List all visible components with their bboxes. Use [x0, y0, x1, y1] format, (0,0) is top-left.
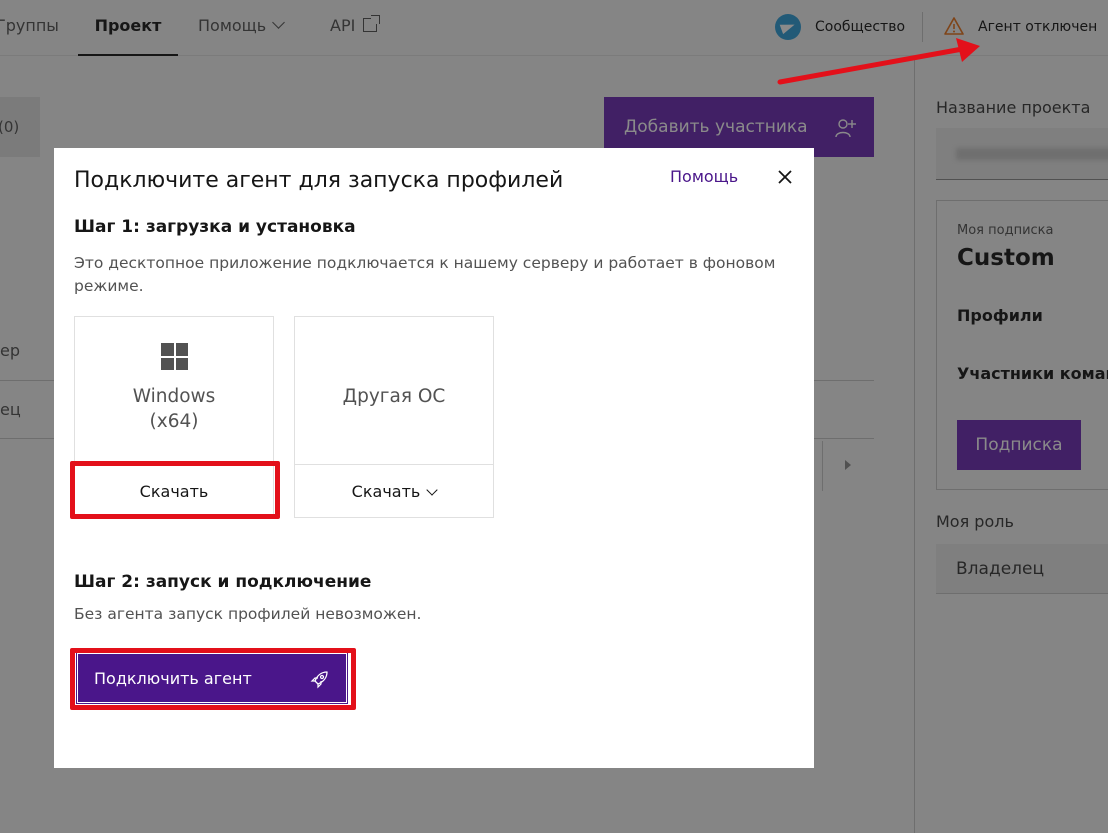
close-icon[interactable] [774, 166, 796, 188]
other-os-card: Другая ОС Скачать [294, 316, 494, 518]
step2-description: Без агента запуск профилей невозможен. [74, 605, 422, 623]
os-name-windows-line2: (x64) [149, 411, 199, 432]
download-highlight-box [70, 461, 280, 519]
step1-description: Это десктопное приложение подключается к… [74, 254, 776, 295]
step1-title: Шаг 1: загрузка и установка [74, 217, 356, 237]
os-name-other: Другая ОС [342, 386, 446, 407]
connect-agent-dialog: Подключите агент для запуска профилей По… [54, 148, 814, 768]
windows-icon [161, 343, 188, 370]
dialog-title: Подключите агент для запуска профилей [74, 168, 564, 193]
download-other-label: Скачать [351, 482, 421, 501]
os-name-windows-line1: Windows [132, 386, 216, 407]
help-link[interactable]: Помощь [670, 167, 738, 186]
os-name-windows: Windows (x64) [75, 384, 273, 434]
download-other-button[interactable]: Скачать [295, 464, 493, 518]
connect-highlight-box [70, 648, 356, 710]
annotation-arrow-icon [777, 38, 980, 85]
chevron-down-icon [426, 484, 438, 496]
step2-title: Шаг 2: запуск и подключение [74, 572, 372, 592]
